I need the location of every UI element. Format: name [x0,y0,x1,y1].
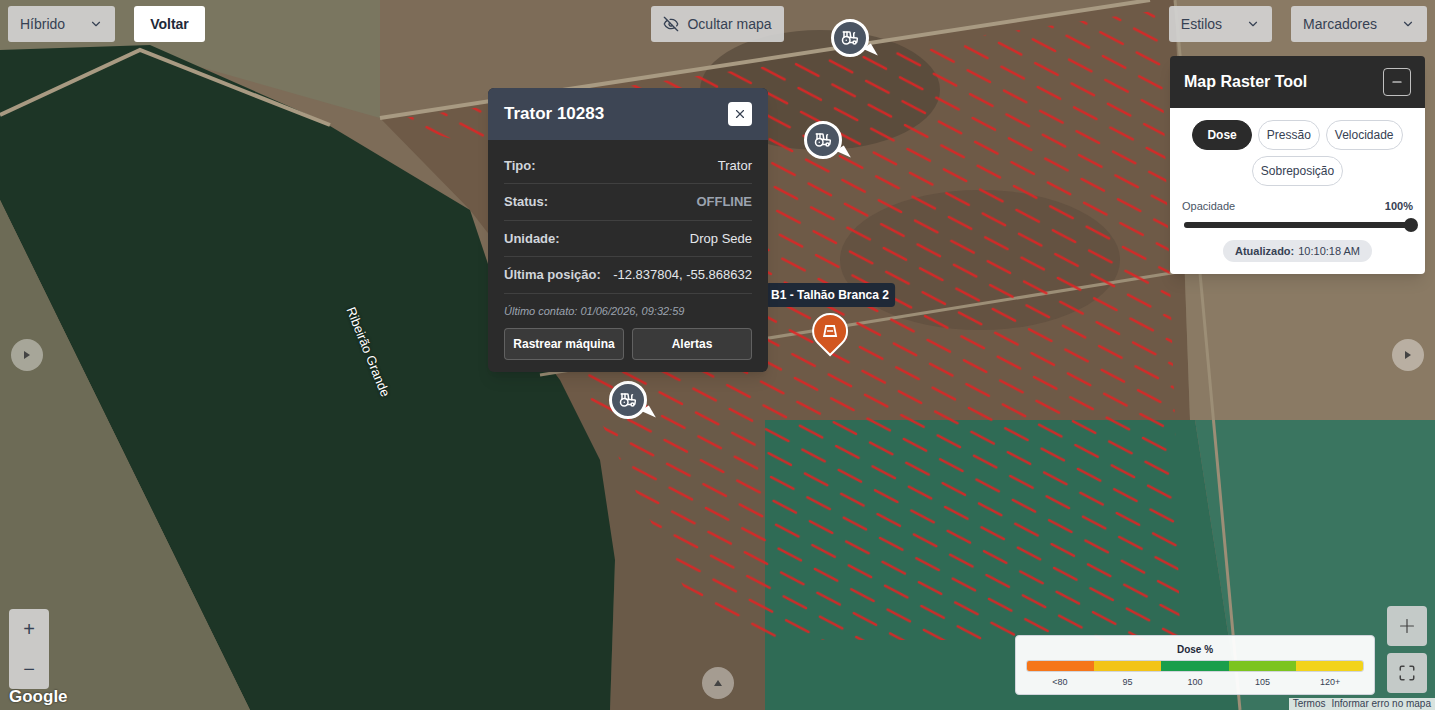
info-row: Unidade:Drop Sede [504,221,752,258]
legend-segment [1094,661,1161,671]
hide-map-button[interactable]: Ocultar mapa [651,6,783,42]
pan-arrow[interactable] [11,339,43,371]
legend-segment [1229,661,1296,671]
legend-segment [1027,661,1094,671]
layer-chip[interactable]: Velocidade [1326,120,1403,150]
legend-label: 105 [1229,676,1297,690]
layer-chip[interactable]: Dose [1192,120,1251,150]
arrow-icon [713,678,723,688]
zoom-control: +− [9,609,49,689]
fullscreen-button[interactable] [1387,653,1427,693]
legend-label: 95 [1094,676,1162,690]
markers-dropdown[interactable]: Marcadores [1291,6,1427,42]
field-pin-icon [805,306,856,357]
info-row: Status:OFFLINE [504,184,752,221]
machine-marker[interactable] [804,121,842,159]
center-button[interactable] [1387,606,1427,646]
field-label: B1 - Talhão Branca 2 [765,283,895,307]
opacity-reading: 100% [1385,198,1413,215]
back-button[interactable]: Voltar [134,6,205,42]
popup-title: Trator 10283 [504,101,604,127]
close-button[interactable] [728,102,752,126]
attribution-link[interactable]: Informar erro no mapa [1332,698,1432,710]
machine-popup: Trator 10283 Tipo:TratorStatus:OFFLINEUni… [488,88,768,372]
collapse-button[interactable] [1383,68,1411,96]
updated-badge: Atualizado:10:10:18 AM [1223,240,1372,263]
legend-label: 120+ [1296,676,1364,690]
tractor-icon [619,391,637,409]
close-icon [733,107,747,121]
machine-marker[interactable] [609,381,647,419]
chevron-down-icon [1246,17,1260,31]
top-toolbar: Híbrido Voltar Ocultar mapa Estilos Marcador… [0,6,1435,42]
machine-marker[interactable] [831,19,869,57]
attribution-bar: Termos Informar erro no mapa [1289,698,1435,710]
popup-button[interactable]: Rastrear máquina [504,328,624,360]
crosshair-icon [1396,615,1418,637]
layer-chip[interactable]: Pressão [1258,120,1320,150]
panel-title: Map Raster Tool [1184,70,1307,94]
map-page: Ribeirão GrandeB1 - Talhão Branca 2Híbri… [0,0,1435,710]
attribution-link[interactable]: Termos [1293,698,1326,710]
info-row: Tipo:Trator [504,148,752,185]
map-type-dropdown[interactable]: Híbrido [8,6,115,42]
tractor-icon [814,131,832,149]
tractor-icon [841,29,859,47]
opacity-label: Opacidade [1182,198,1235,215]
info-row: Última posição:-12.837804, -55.868632 [504,257,752,294]
chevron-down-icon [1401,17,1415,31]
legend-title: Dose % [1026,642,1364,657]
google-logo: Google [9,684,68,710]
legend-label: 100 [1161,676,1229,690]
opacity-slider[interactable] [1184,222,1411,228]
dose-legend: Dose % <8095100105120+ [1015,635,1375,695]
arrow-icon [1403,350,1413,360]
styles-dropdown[interactable]: Estilos [1169,6,1272,42]
raster-tool-panel: Map Raster Tool DosePressãoVelocidade Sobr… [1170,56,1425,274]
fullscreen-icon [1398,664,1416,682]
last-contact: Último contato: 01/06/2026, 09:32:59 [504,294,752,329]
legend-segment [1296,661,1363,671]
map-controls [1387,606,1427,693]
pan-arrow[interactable] [1392,339,1424,371]
pan-arrow[interactable] [702,667,734,699]
arrow-icon [22,350,32,360]
field-marker[interactable]: B1 - Talhão Branca 2 [765,283,895,349]
popup-button[interactable]: Alertas [632,328,752,360]
zoom-button[interactable]: − [9,649,49,689]
legend-label: <80 [1026,676,1094,690]
legend-segment [1161,661,1228,671]
chevron-down-icon [89,17,103,31]
eye-off-icon [663,16,679,32]
minus-icon [1390,75,1404,89]
layer-chip[interactable]: Sobreposição [1252,156,1343,186]
zoom-button[interactable]: + [9,609,49,649]
